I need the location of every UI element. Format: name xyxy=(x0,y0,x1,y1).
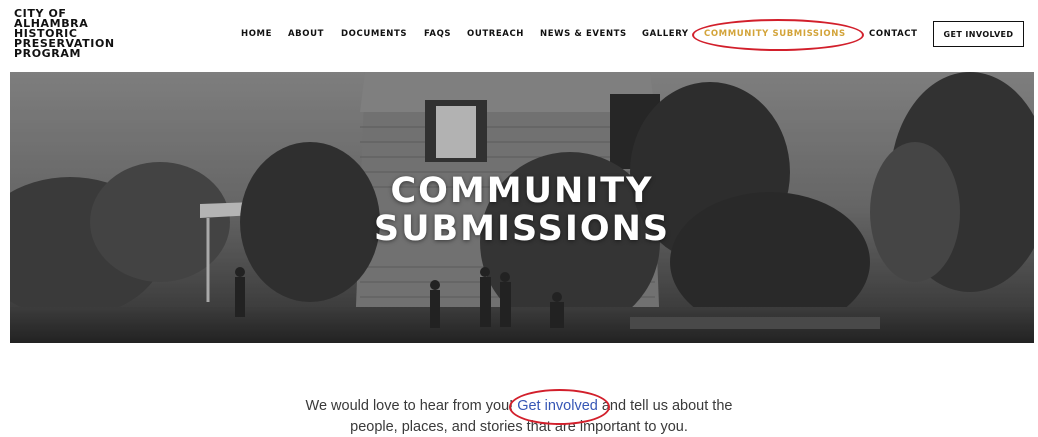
nav-item-outreach[interactable]: OUTREACH xyxy=(467,29,524,39)
intro-text-line2: people, places, and stories that are imp… xyxy=(350,419,688,435)
hero-banner: COMMUNITY SUBMISSIONS xyxy=(10,72,1034,343)
intro-text: We would love to hear from you! Get invo… xyxy=(0,396,1038,437)
nav-item-contact[interactable]: CONTACT xyxy=(869,29,918,39)
nav-item-gallery[interactable]: GALLERY xyxy=(642,29,689,39)
hero-title-line: SUBMISSIONS xyxy=(373,209,671,249)
intro-text-after-link: and tell us about the xyxy=(597,398,733,414)
nav-item-news-events[interactable]: NEWS & EVENTS xyxy=(540,29,627,39)
nav-item-documents[interactable]: DOCUMENTS xyxy=(341,29,407,39)
logo-line: PROGRAM xyxy=(14,47,82,60)
nav-item-home[interactable]: HOME xyxy=(241,29,272,39)
nav-item-faqs[interactable]: FAQS xyxy=(424,29,451,39)
hero-title: COMMUNITY SUBMISSIONS xyxy=(10,172,1034,248)
nav-item-community-submissions[interactable]: COMMUNITY SUBMISSIONS xyxy=(704,29,846,39)
hero-title-line: COMMUNITY xyxy=(390,171,654,211)
site-logo[interactable]: CITY OF ALHAMBRA HISTORIC PRESERVATION P… xyxy=(14,8,144,60)
site-header: CITY OF ALHAMBRA HISTORIC PRESERVATION P… xyxy=(0,0,1038,72)
intro-text-before-link: We would love to hear from you! xyxy=(305,398,518,414)
get-involved-link[interactable]: Get involved xyxy=(517,398,598,414)
nav-item-about[interactable]: ABOUT xyxy=(288,29,324,39)
get-involved-button[interactable]: GET INVOLVED xyxy=(933,21,1024,47)
